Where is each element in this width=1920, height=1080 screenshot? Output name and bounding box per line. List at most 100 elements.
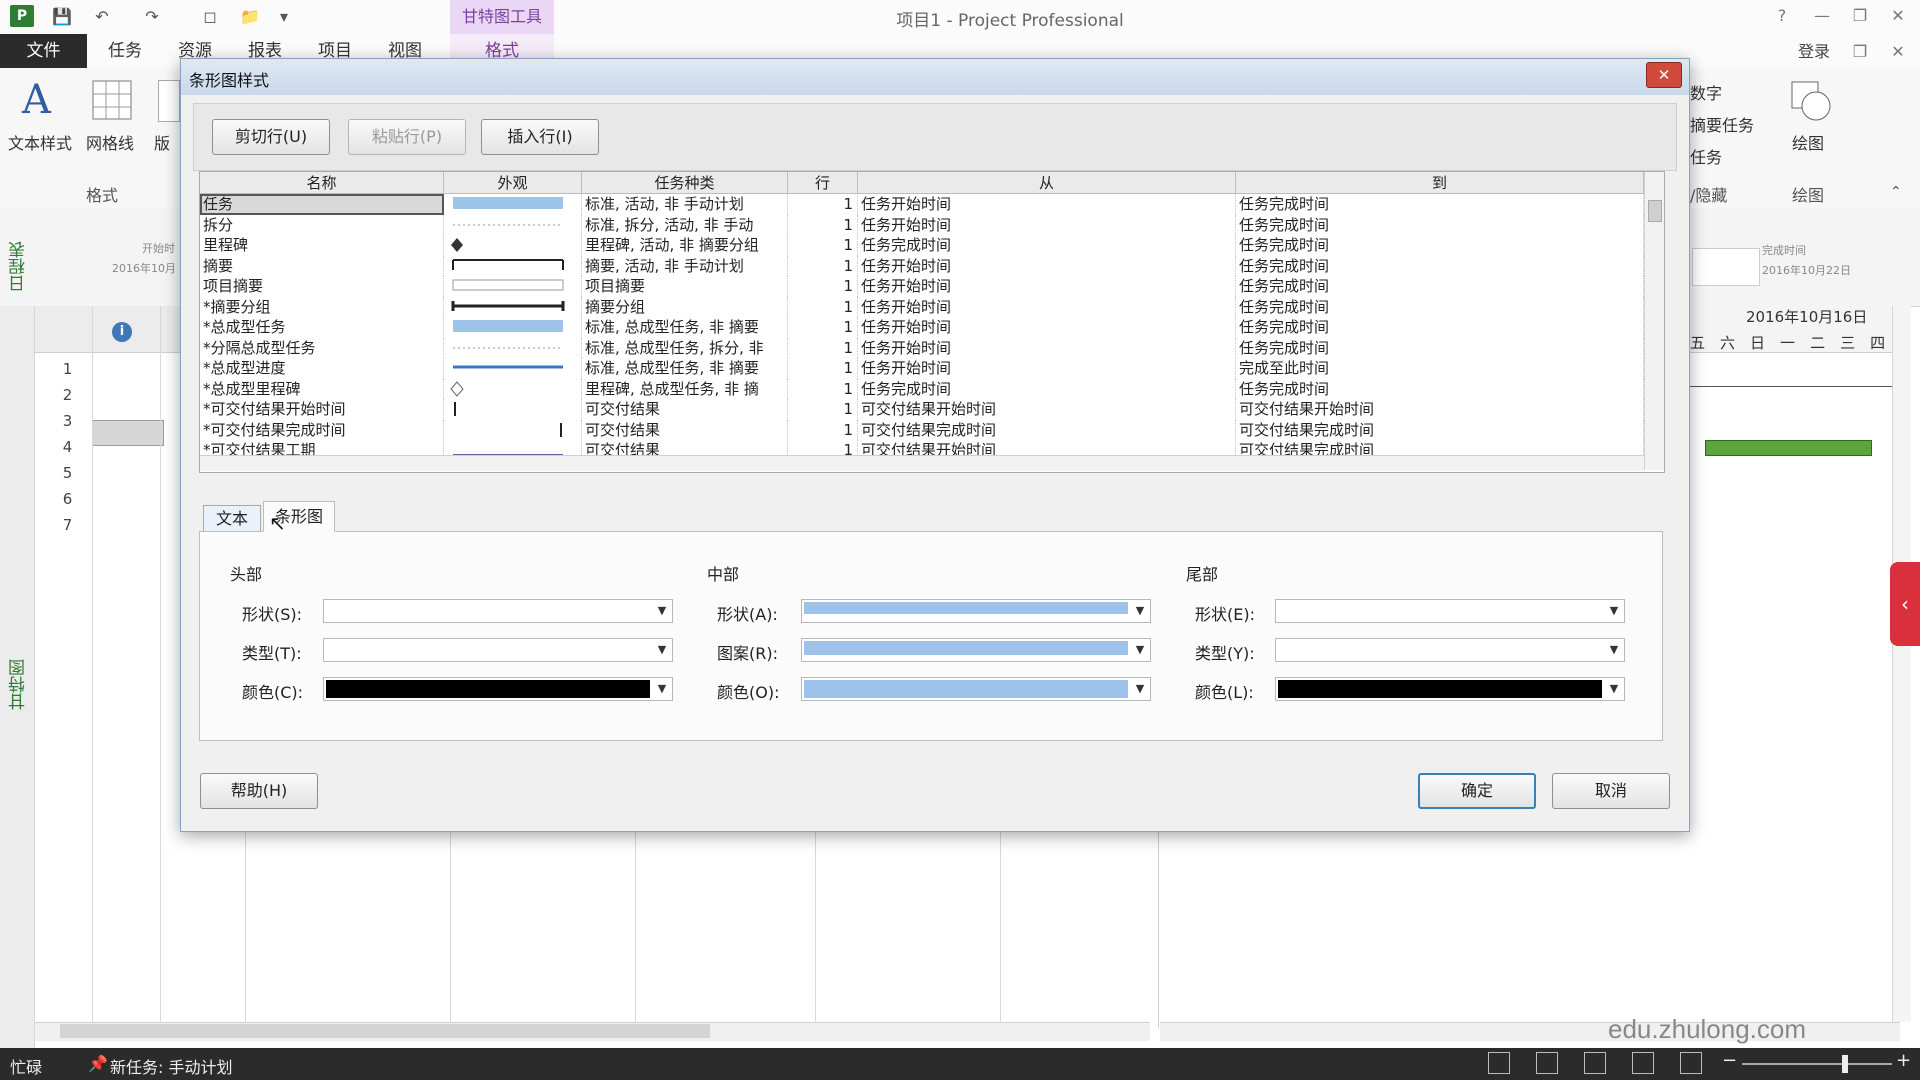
column-header-name[interactable]: 名称 bbox=[200, 172, 444, 194]
layout-icon[interactable] bbox=[158, 80, 180, 122]
table-cell-to[interactable]: 任务完成时间 bbox=[1236, 255, 1644, 276]
appearance-preview[interactable] bbox=[444, 399, 582, 420]
table-cell-to[interactable]: 可交付结果开始时间 bbox=[1236, 399, 1644, 420]
column-header-task-kind[interactable]: 任务种类 bbox=[582, 172, 788, 194]
view-shortcut-icon[interactable] bbox=[1536, 1052, 1558, 1074]
redo-icon[interactable]: ↷ bbox=[140, 6, 164, 28]
table-cell-row[interactable]: 1 bbox=[788, 399, 858, 420]
row-number[interactable]: 2 bbox=[45, 382, 90, 408]
table-horizontal-scrollbar[interactable] bbox=[200, 455, 1644, 471]
table-row[interactable]: 拆分 标准, 拆分, 活动, 非 手动 1 任务开始时间 任务完成时间 bbox=[200, 214, 1645, 235]
help-button[interactable]: 帮助(H) bbox=[200, 773, 318, 809]
table-cell-from[interactable]: 可交付结果开始时间 bbox=[858, 399, 1236, 420]
table-cell-name[interactable]: *总成型里程碑 bbox=[200, 378, 444, 399]
zoom-slider-thumb[interactable] bbox=[1842, 1055, 1848, 1073]
insert-row-button[interactable]: 插入行(I) bbox=[481, 119, 599, 155]
collapse-ribbon-icon[interactable]: ⌃ bbox=[1890, 184, 1902, 200]
appearance-preview[interactable] bbox=[444, 317, 582, 338]
dialog-close-button[interactable]: ✕ bbox=[1646, 62, 1682, 88]
appearance-preview[interactable] bbox=[444, 378, 582, 399]
table-cell-from[interactable]: 任务开始时间 bbox=[858, 194, 1236, 215]
gantt-view-label[interactable]: 甘特图 bbox=[6, 640, 31, 710]
table-cell-from[interactable]: 任务开始时间 bbox=[858, 337, 1236, 358]
table-cell-to[interactable]: 任务完成时间 bbox=[1236, 337, 1644, 358]
table-row[interactable]: *总成型进度 标准, 总成型任务, 非 摘要 1 任务开始时间 完成至此时间 bbox=[200, 358, 1645, 379]
table-cell-from[interactable]: 任务完成时间 bbox=[858, 235, 1236, 256]
table-cell-to[interactable]: 完成至此时间 bbox=[1236, 358, 1644, 379]
ribbon-summary-task-item[interactable]: 摘要任务 bbox=[1690, 112, 1754, 136]
table-cell-to[interactable]: 任务完成时间 bbox=[1236, 235, 1644, 256]
table-cell-name[interactable]: *总成型任务 bbox=[200, 317, 444, 338]
table-row[interactable]: *可交付结果完成时间 可交付结果 1 可交付结果完成时间 可交付结果完成时间 bbox=[200, 419, 1645, 440]
table-cell-row[interactable]: 1 bbox=[788, 337, 858, 358]
gantt-bar-green[interactable] bbox=[1705, 440, 1872, 456]
drawing-label[interactable]: 绘图 bbox=[1792, 130, 1824, 154]
table-cell-from[interactable]: 任务开始时间 bbox=[858, 276, 1236, 297]
text-styles-icon[interactable]: A bbox=[22, 80, 66, 120]
appearance-preview[interactable] bbox=[444, 337, 582, 358]
table-row[interactable]: 摘要 摘要, 活动, 非 手动计划 1 任务开始时间 任务完成时间 bbox=[200, 255, 1645, 276]
table-cell-name[interactable]: 任务 bbox=[200, 194, 444, 215]
table-cell-row[interactable]: 1 bbox=[788, 419, 858, 440]
layout-label[interactable]: 版 bbox=[154, 130, 170, 154]
ok-button[interactable]: 确定 bbox=[1418, 773, 1536, 809]
table-cell-row[interactable]: 1 bbox=[788, 317, 858, 338]
undo-icon[interactable]: ↶ bbox=[90, 6, 114, 28]
column-header-from[interactable]: 从 bbox=[858, 172, 1236, 194]
cut-row-button[interactable]: 剪切行(U) bbox=[212, 119, 330, 155]
table-cell-name[interactable]: *总成型进度 bbox=[200, 358, 444, 379]
table-cell-name[interactable]: *可交付结果开始时间 bbox=[200, 399, 444, 420]
cancel-button[interactable]: 取消 bbox=[1552, 773, 1670, 809]
dialog-title-bar[interactable] bbox=[181, 59, 1689, 95]
column-header-row[interactable]: 行 bbox=[788, 172, 858, 194]
table-cell-to[interactable]: 任务完成时间 bbox=[1236, 276, 1644, 297]
text-styles-label[interactable]: 文本样式 bbox=[8, 130, 72, 154]
row-number[interactable]: 7 bbox=[45, 512, 90, 538]
view-shortcut-icon[interactable] bbox=[1584, 1052, 1606, 1074]
table-cell-from[interactable]: 任务开始时间 bbox=[858, 358, 1236, 379]
drawing-icon[interactable] bbox=[1790, 80, 1834, 124]
table-cell-from[interactable]: 任务开始时间 bbox=[858, 296, 1236, 317]
start-type-select[interactable]: ▼ bbox=[323, 638, 673, 662]
table-cell-to[interactable]: 任务完成时间 bbox=[1236, 194, 1644, 215]
start-color-select[interactable]: ▼ bbox=[323, 677, 673, 701]
end-shape-select[interactable]: ▼ bbox=[1275, 599, 1625, 623]
ribbon-number-item[interactable]: 数字 bbox=[1690, 80, 1722, 104]
table-cell-kind[interactable]: 标准, 总成型任务, 拆分, 非 bbox=[582, 337, 788, 358]
table-cell-row[interactable]: 1 bbox=[788, 214, 858, 235]
appearance-preview[interactable] bbox=[444, 419, 582, 440]
end-type-select[interactable]: ▼ bbox=[1275, 638, 1625, 662]
table-cell-kind[interactable]: 里程碑, 活动, 非 摘要分组 bbox=[582, 235, 788, 256]
customize-qat-icon[interactable]: ▾ bbox=[272, 6, 296, 28]
table-cell-name[interactable]: 项目摘要 bbox=[200, 276, 444, 297]
table-cell-name[interactable]: *可交付结果完成时间 bbox=[200, 419, 444, 440]
table-cell-kind[interactable]: 摘要分组 bbox=[582, 296, 788, 317]
zoom-in-icon[interactable]: + bbox=[1896, 1050, 1911, 1071]
middle-shape-select[interactable]: ▼ bbox=[801, 599, 1151, 623]
table-cell-from[interactable]: 任务完成时间 bbox=[858, 378, 1236, 399]
table-cell-from[interactable]: 任务开始时间 bbox=[858, 255, 1236, 276]
table-cell-kind[interactable]: 里程碑, 总成型任务, 非 摘 bbox=[582, 378, 788, 399]
table-cell-row[interactable]: 1 bbox=[788, 276, 858, 297]
view-shortcut-icon[interactable] bbox=[1680, 1052, 1702, 1074]
appearance-preview[interactable] bbox=[444, 194, 582, 215]
row-number[interactable]: 6 bbox=[45, 486, 90, 512]
table-cell-to[interactable]: 任务完成时间 bbox=[1236, 317, 1644, 338]
restore-icon[interactable]: ❐ bbox=[1846, 4, 1874, 28]
middle-color-select[interactable]: ▼ bbox=[801, 677, 1151, 701]
table-cell-row[interactable]: 1 bbox=[788, 358, 858, 379]
tab-task[interactable]: 任务 bbox=[100, 34, 150, 68]
table-cell-to[interactable]: 任务完成时间 bbox=[1236, 378, 1644, 399]
appearance-preview[interactable] bbox=[444, 276, 582, 297]
table-cell-name[interactable]: *摘要分组 bbox=[200, 296, 444, 317]
table-row[interactable]: 里程碑 里程碑, 活动, 非 摘要分组 1 任务完成时间 任务完成时间 bbox=[200, 235, 1645, 256]
copy-icon[interactable]: ◻ bbox=[198, 6, 222, 28]
ribbon-restore-icon[interactable]: ❐ bbox=[1846, 40, 1874, 64]
gridlines-icon[interactable] bbox=[92, 80, 132, 120]
table-cell-from[interactable]: 任务开始时间 bbox=[858, 214, 1236, 235]
info-icon[interactable]: i bbox=[112, 322, 132, 342]
table-cell-kind[interactable]: 标准, 总成型任务, 非 摘要 bbox=[582, 317, 788, 338]
table-row[interactable]: *分隔总成型任务 标准, 总成型任务, 拆分, 非 1 任务开始时间 任务完成时间 bbox=[200, 337, 1645, 358]
table-row[interactable]: *总成型里程碑 里程碑, 总成型任务, 非 摘 1 任务完成时间 任务完成时间 bbox=[200, 378, 1645, 399]
appearance-preview[interactable] bbox=[444, 235, 582, 256]
